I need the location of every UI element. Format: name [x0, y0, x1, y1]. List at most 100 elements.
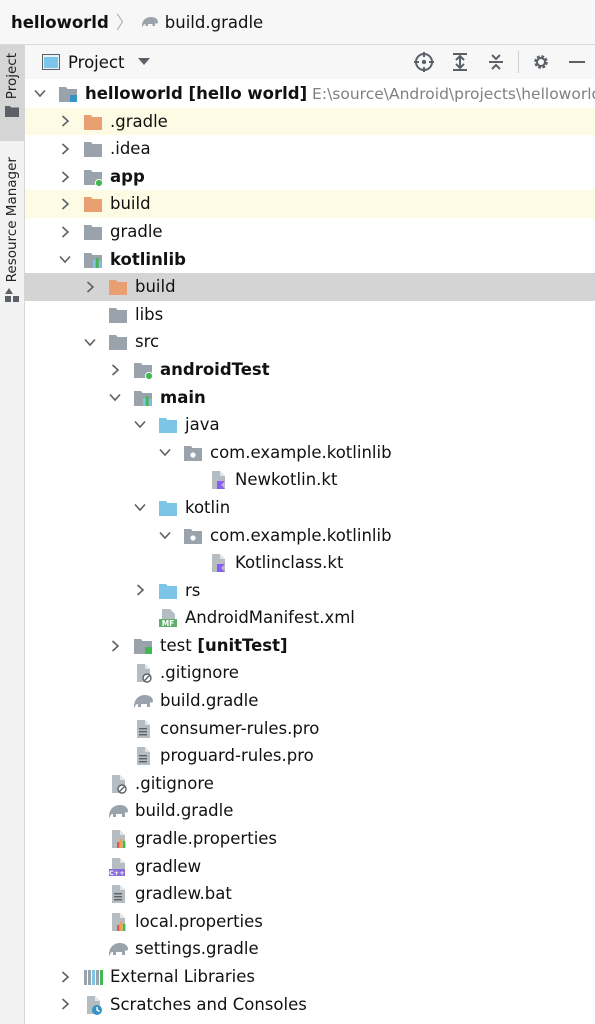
tree-item-label: .gradle: [110, 108, 168, 136]
chevron-down-icon[interactable]: [33, 80, 47, 108]
tree-row[interactable]: MF AndroidManifest.xml: [25, 604, 595, 632]
tree-item-label: com.example.kotlinlib: [210, 522, 392, 550]
tree-row[interactable]: gradle: [25, 218, 595, 246]
tree-item-label: build.gradle: [135, 797, 233, 825]
folder-icon: [108, 332, 128, 352]
tree-item-name: gradlew: [135, 856, 202, 876]
tree-row[interactable]: build: [25, 273, 595, 301]
tree-row[interactable]: .gradle: [25, 107, 595, 136]
tree-row[interactable]: helloworld [hello world] E:\source\Andro…: [25, 80, 595, 108]
tree-row[interactable]: gradlew.bat: [25, 880, 595, 908]
tree-item-name: build: [135, 277, 176, 297]
gradle-elephant-icon: [133, 691, 153, 711]
tree-item-name: app: [110, 166, 145, 186]
source-folder-icon: [158, 498, 178, 518]
gear-icon: [534, 55, 548, 69]
chevron-right-icon[interactable]: [58, 108, 72, 136]
tree-row[interactable]: gradle.properties: [25, 825, 595, 853]
chevron-right-icon[interactable]: [58, 991, 72, 1019]
project-view-selector[interactable]: Project: [68, 53, 124, 72]
tree-row[interactable]: .gitignore: [25, 770, 595, 798]
text-file-icon: [108, 884, 128, 904]
tree-row[interactable]: src: [25, 328, 595, 356]
chevron-right-icon[interactable]: [58, 135, 72, 163]
tree-item-name: Kotlinclass.kt: [235, 553, 344, 573]
tree-item-name: proguard-rules.pro: [160, 746, 314, 766]
chevron-down-icon[interactable]: [133, 411, 147, 439]
breadcrumb-file-label: build.gradle: [164, 12, 264, 32]
chevron-right-icon[interactable]: [108, 632, 122, 660]
tree-row[interactable]: rs: [25, 577, 595, 605]
gradle-elephant-icon: [141, 17, 158, 27]
tree-item-name: helloworld: [85, 84, 183, 103]
tree-item-name: build.gradle: [160, 691, 259, 711]
tab-project[interactable]: Project: [0, 45, 24, 141]
tree-row[interactable]: C++ gradlew: [25, 853, 595, 881]
chevron-right-icon[interactable]: [58, 190, 72, 218]
chevron-down-icon[interactable]: [58, 246, 72, 274]
settings-button[interactable]: [523, 45, 559, 79]
tree-row[interactable]: Scratches and Consoles: [25, 991, 595, 1019]
gradle-elephant-icon: [108, 939, 128, 959]
tab-resource-manager[interactable]: Resource Manager: [0, 157, 24, 317]
navigation-breadcrumb: helloworld 〉 build.gradle: [0, 0, 595, 45]
android-module-folder-icon: [83, 167, 104, 187]
collapse-all-button[interactable]: [478, 45, 514, 79]
tree-row[interactable]: kotlinlib: [25, 246, 595, 274]
tab-project-label: Project: [4, 53, 20, 100]
chevron-down-icon[interactable]: [83, 328, 97, 356]
tree-item-name: .idea: [110, 139, 151, 159]
expand-all-button[interactable]: [442, 45, 478, 79]
chevron-right-icon[interactable]: [133, 577, 147, 605]
chevron-right-icon[interactable]: [58, 963, 72, 991]
text-file-icon: [133, 719, 153, 739]
tree-row[interactable]: test [unitTest]: [25, 632, 595, 660]
tree-row[interactable]: build.gradle: [25, 687, 595, 715]
chevron-down-icon[interactable]: [158, 522, 172, 550]
tree-item-name: build.gradle: [135, 801, 234, 821]
tree-row[interactable]: .gitignore: [25, 659, 595, 687]
tree-row[interactable]: build: [25, 190, 595, 218]
chevron-right-icon[interactable]: [83, 273, 97, 301]
chevron-down-icon[interactable]: [158, 439, 172, 467]
tree-row[interactable]: app: [25, 163, 595, 191]
tree-item-name: java: [185, 415, 220, 435]
project-module-folder-icon: [58, 84, 78, 104]
tree-item-name: settings.gradle: [135, 939, 259, 959]
chevron-down-icon[interactable]: [108, 384, 122, 412]
excluded-folder-icon: [108, 277, 128, 297]
tree-row[interactable]: build.gradle: [25, 797, 595, 825]
breadcrumb-project[interactable]: helloworld: [11, 13, 109, 32]
chevron-down-icon[interactable]: [133, 494, 147, 522]
tree-row[interactable]: Kotlinclass.kt: [25, 549, 595, 577]
breadcrumb-file[interactable]: build.gradle: [140, 13, 263, 32]
tree-row[interactable]: com.example.kotlinlib: [25, 522, 595, 550]
toolbar-divider: [518, 51, 519, 73]
tree-row[interactable]: androidTest: [25, 356, 595, 384]
tree-row[interactable]: External Libraries: [25, 963, 595, 991]
hide-panel-button[interactable]: [559, 45, 595, 79]
locate-file-button[interactable]: [406, 45, 442, 79]
tree-row[interactable]: kotlin: [25, 494, 595, 522]
source-folder-icon: [158, 415, 178, 435]
tree-row[interactable]: proguard-rules.pro: [25, 742, 595, 770]
tree-item-name: Scratches and Consoles: [110, 994, 307, 1014]
tree-row[interactable]: .idea: [25, 135, 595, 163]
tree-row[interactable]: java: [25, 411, 595, 439]
properties-file-icon: [108, 912, 128, 932]
properties-file-icon: [108, 829, 128, 849]
libraries-icon: [83, 967, 103, 987]
chevron-right-icon[interactable]: [58, 163, 72, 191]
tree-row[interactable]: libs: [25, 301, 595, 329]
panel-actions: [406, 45, 595, 79]
tree-row[interactable]: local.properties: [25, 908, 595, 936]
tree-row[interactable]: com.example.kotlinlib: [25, 439, 595, 467]
chevron-down-icon[interactable]: [138, 58, 151, 66]
chevron-right-icon[interactable]: [58, 218, 72, 246]
tree-row[interactable]: Newkotlin.kt: [25, 466, 595, 494]
tree-item-label: .gitignore: [135, 770, 214, 798]
tree-row[interactable]: consumer-rules.pro: [25, 715, 595, 743]
tree-row[interactable]: main: [25, 384, 595, 412]
chevron-right-icon[interactable]: [108, 356, 122, 384]
tree-row[interactable]: settings.gradle: [25, 935, 595, 963]
